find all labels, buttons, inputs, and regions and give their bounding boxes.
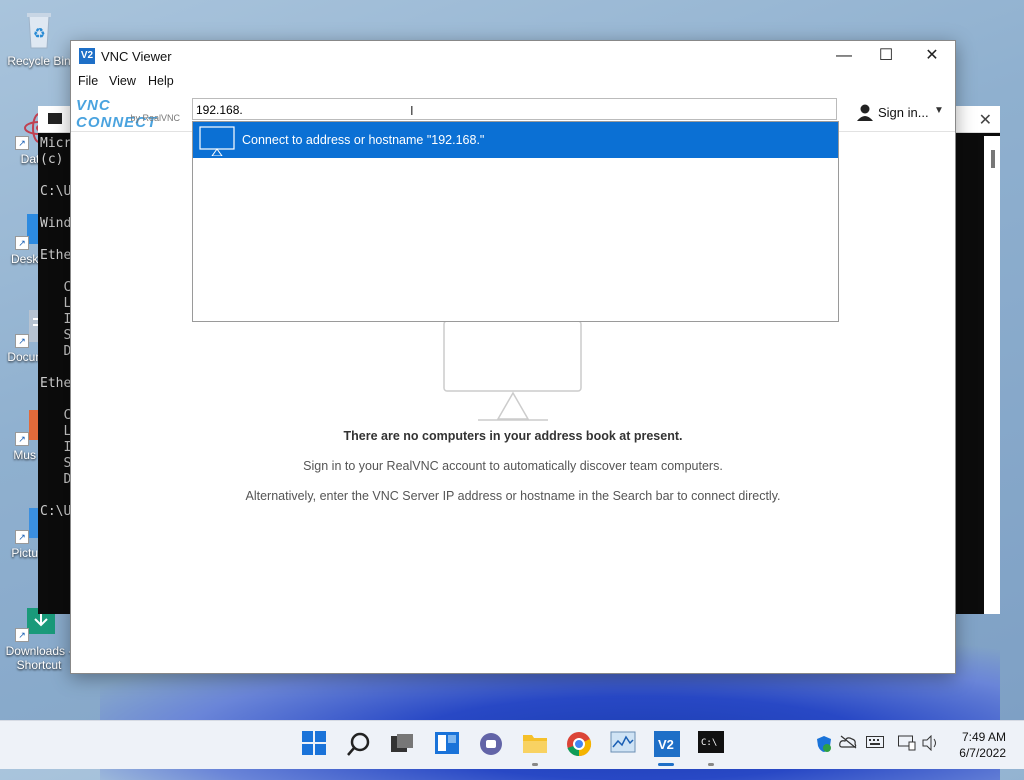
vnc-viewer-window: V2 VNC Viewer — ☐ ✕ File View Help VNC C… [70,40,956,674]
active-indicator [658,763,674,766]
shortcut-arrow-icon: ↗ [15,628,29,642]
menu-view[interactable]: View [109,74,136,88]
running-indicator [532,763,538,766]
user-icon [856,103,874,121]
security-icon[interactable] [816,735,832,756]
cmd-scrollbar[interactable] [984,136,1000,614]
system-clock[interactable]: 7:49 AM 6/7/2022 [959,729,1006,761]
shortcut-arrow-icon: ↗ [15,334,29,348]
shortcut-arrow-icon: ↗ [15,432,29,446]
search-input[interactable]: 192.168. [192,98,837,120]
keyboard-icon[interactable] [866,735,884,751]
svg-text:V2: V2 [658,737,674,752]
window-title: VNC Viewer [101,49,172,64]
text-cursor-icon: I [410,103,414,118]
desktop-icon-label: Downloads - Shortcut [5,644,73,672]
svg-text:C:\: C:\ [701,738,717,748]
connect-suggestion-label: Connect to address or hostname "192.168.… [242,133,485,147]
empty-monitor-illustration [443,320,583,426]
vnc-viewer-taskbar-icon[interactable]: V2 [654,731,682,759]
recycle-bin-icon: ♻ [21,10,57,50]
maximize-button[interactable]: ☐ [863,41,909,71]
clock-time: 7:49 AM [961,730,1006,744]
network-icon[interactable] [898,735,916,754]
widgets-icon[interactable] [434,731,462,759]
empty-line-2: Alternatively, enter the VNC Server IP a… [245,489,781,503]
taskbar: V2 C:\ 7:49 AM 6/7/2022 [0,720,1024,769]
search-icon[interactable] [346,731,374,759]
chrome-icon[interactable] [566,731,594,759]
desktop-icon-label: Recycle Bin [7,54,71,68]
vnc-titlebar[interactable]: V2 VNC Viewer — ☐ ✕ [71,41,955,71]
shortcut-arrow-icon: ↗ [15,236,29,250]
running-indicator [708,763,714,766]
cmd-icon [48,113,62,124]
menu-file[interactable]: File [78,74,98,88]
empty-line-1: Sign in to your RealVNC account to autom… [303,459,723,473]
cmd-close-icon[interactable]: ✕ [979,110,992,130]
cmd-scrollbar-thumb[interactable] [991,150,995,168]
connect-suggestion-item[interactable]: Connect to address or hostname "192.168.… [193,122,838,158]
svg-text:♻: ♻ [33,25,46,41]
onedrive-off-icon[interactable] [839,735,857,752]
file-explorer-icon[interactable] [522,731,550,759]
sign-in-label: Sign in... [878,105,929,120]
menu-help[interactable]: Help [148,74,174,88]
start-icon[interactable] [302,731,330,759]
clock-date: 6/7/2022 [959,746,1006,760]
sign-in-button[interactable]: Sign in... ▼ [856,101,946,125]
volume-icon[interactable] [922,734,940,754]
task-view-icon[interactable] [390,731,418,759]
menubar: File View Help [71,71,955,91]
desktop-icon-recycle-bin[interactable]: ♻ Recycle Bin [4,10,74,68]
monitor-icon [199,126,235,157]
logo-sub-text: by RealVNC [130,113,180,123]
chevron-down-icon: ▼ [934,105,944,116]
empty-headline: There are no computers in your address b… [343,429,683,443]
shortcut-arrow-icon: ↗ [15,136,29,150]
search-suggestions-dropdown: Connect to address or hostname "192.168.… [192,121,839,322]
performance-monitor-icon[interactable] [610,731,638,759]
terminal-icon[interactable]: C:\ [698,731,726,759]
minimize-button[interactable]: — [821,41,867,71]
vnc-app-icon: V2 [79,48,95,64]
cmd-output: Micr (c) C:\U Wind Ethe C L I S D Ethe C… [40,136,72,519]
shortcut-arrow-icon: ↗ [15,530,29,544]
close-button[interactable]: ✕ [909,41,955,71]
chat-icon[interactable] [478,731,506,759]
vnc-connect-logo: VNC CONNECT by RealVNC [76,97,186,131]
